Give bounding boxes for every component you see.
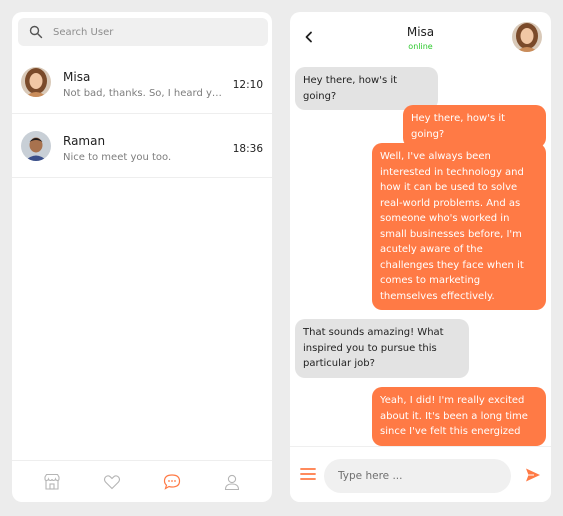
message-bubble-incoming: Hey there, how's it going? — [295, 67, 438, 110]
contact-name: Raman — [63, 134, 106, 148]
avatar[interactable] — [512, 22, 542, 52]
heart-icon[interactable] — [102, 472, 122, 492]
message-time: 12:10 — [232, 79, 263, 91]
message-input[interactable] — [324, 459, 511, 493]
message-preview: Not bad, thanks. So, I heard you... — [63, 88, 223, 99]
contact-item-misa[interactable]: Misa Not bad, thanks. So, I heard you...… — [12, 50, 272, 114]
message-list: Hey there, how's it going? Hey there, ho… — [290, 64, 551, 446]
chat-bubble-icon[interactable] — [162, 472, 182, 492]
message-input-bar — [290, 446, 551, 502]
online-status: online — [408, 42, 433, 51]
send-icon[interactable] — [525, 467, 541, 483]
message-bubble-outgoing: Well, I've always been interested in tec… — [372, 143, 546, 310]
contact-name: Misa — [63, 70, 91, 84]
bottom-nav — [12, 460, 272, 502]
message-preview: Nice to meet you too. — [63, 152, 172, 163]
avatar — [21, 131, 51, 161]
search-bar — [18, 18, 268, 46]
search-icon — [29, 25, 43, 39]
message-bubble-outgoing: Hey there, how's it going? — [403, 105, 546, 148]
store-icon[interactable] — [42, 472, 62, 492]
search-input[interactable] — [53, 26, 253, 38]
chat-header: Misa online — [290, 12, 551, 64]
message-bubble-incoming: That sounds amazing! What inspired you t… — [295, 319, 469, 378]
chat-panel: Misa online Hey there, how's it going? H… — [290, 12, 551, 502]
message-time: 18:36 — [232, 143, 263, 155]
avatar — [21, 67, 51, 97]
message-bubble-outgoing: Yeah, I did! I'm really excited about it… — [372, 387, 546, 446]
menu-icon[interactable] — [300, 467, 316, 481]
user-icon[interactable] — [222, 472, 242, 492]
contact-item-raman[interactable]: Raman Nice to meet you too. 18:36 — [12, 114, 272, 178]
contacts-panel: Misa Not bad, thanks. So, I heard you...… — [12, 12, 272, 502]
